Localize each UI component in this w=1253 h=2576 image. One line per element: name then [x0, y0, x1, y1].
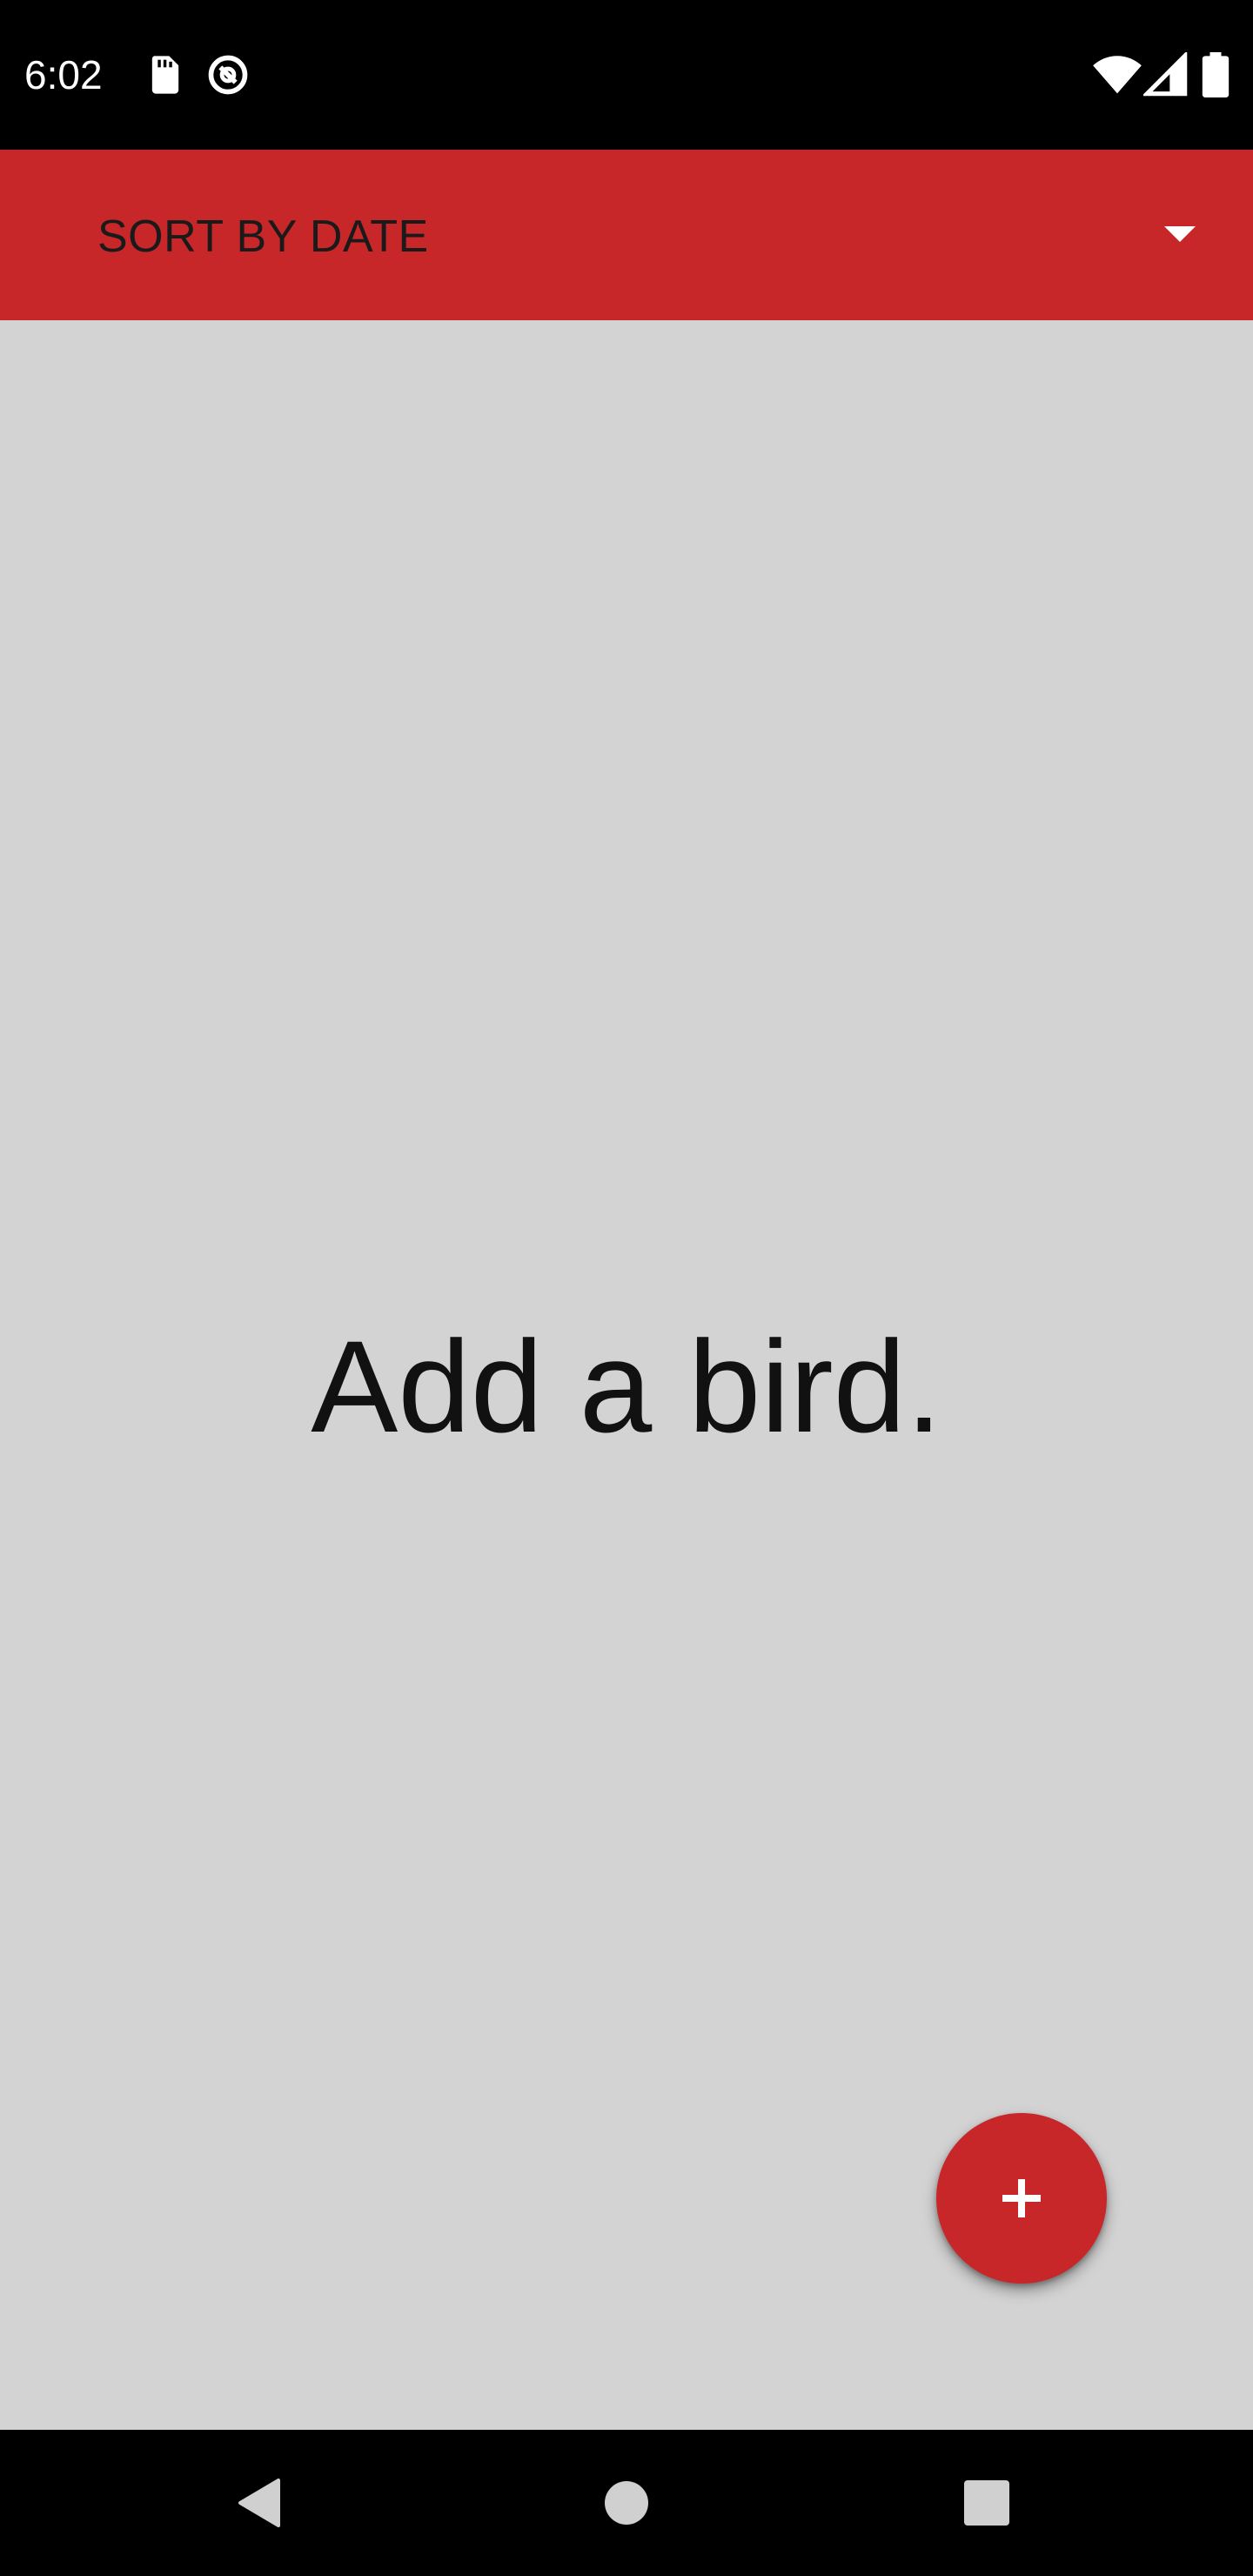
status-time: 6:02: [24, 52, 103, 97]
plus-icon: [1002, 2179, 1041, 2217]
sort-label: SORT BY DATE: [97, 211, 429, 262]
recents-icon[interactable]: [950, 2466, 1023, 2539]
battery-icon: [1202, 52, 1230, 97]
navigation-bar: [0, 2430, 1253, 2576]
arrow-drop-down-icon[interactable]: [1163, 225, 1197, 245]
wifi-icon: [1093, 56, 1142, 94]
add-bird-button[interactable]: [936, 2113, 1107, 2284]
signal-icon: [1143, 52, 1188, 97]
sort-dropdown[interactable]: SORT BY DATE: [0, 150, 1253, 320]
bird-list: Add a bird.: [0, 320, 1253, 2430]
screen: 6:02 SORT BY DATE Add a bird.: [0, 0, 1253, 2576]
sd-card-icon: [151, 56, 179, 94]
toolbar: SORT BY DATE: [0, 150, 1253, 320]
status-bar: 6:02: [0, 0, 1253, 150]
sync-icon: [208, 55, 248, 95]
home-icon[interactable]: [590, 2466, 663, 2539]
empty-message: Add a bird.: [311, 1313, 942, 1459]
back-icon[interactable]: [224, 2466, 298, 2539]
